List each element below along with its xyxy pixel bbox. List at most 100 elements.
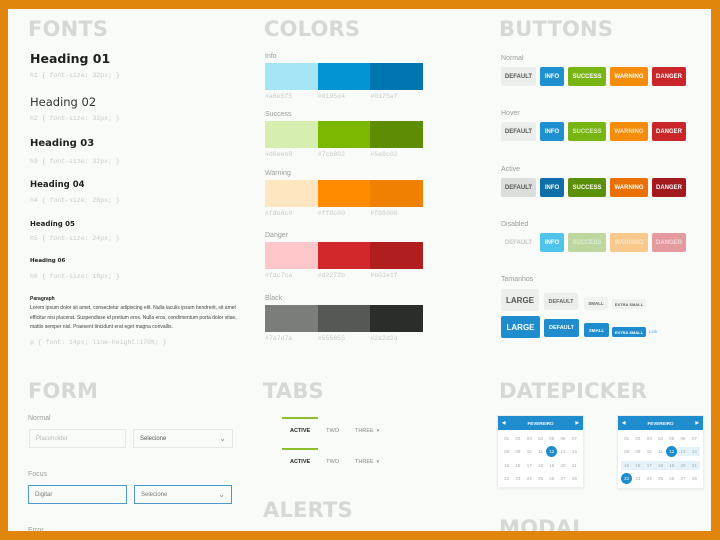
danger-button-active[interactable]: DANGER	[652, 178, 686, 197]
datepicker-day[interactable]: 14	[569, 447, 580, 456]
large-info-button[interactable]: LARGE	[501, 316, 540, 338]
tab-three[interactable]: THREE ▾	[347, 425, 387, 437]
success-button[interactable]: SUCCESS	[568, 67, 606, 86]
link-button[interactable]: Link	[649, 329, 657, 334]
prev-month-icon[interactable]: ◀	[502, 420, 505, 426]
text-input-focus[interactable]: Digitar	[28, 485, 127, 504]
datepicker-day[interactable]: 20	[557, 461, 568, 470]
datepicker-day[interactable]: 02	[632, 434, 643, 443]
datepicker-day[interactable]: 04	[535, 434, 546, 443]
datepicker-day[interactable]: 17	[643, 461, 655, 470]
datepicker-day[interactable]: 11	[655, 447, 666, 456]
select-normal[interactable]: Selecione ⌄	[133, 429, 233, 448]
datepicker-day[interactable]: 27	[677, 474, 688, 483]
datepicker-day[interactable]: 22	[501, 474, 512, 483]
datepicker-day[interactable]: 04	[655, 434, 666, 443]
datepicker-day[interactable]: 24	[524, 474, 535, 483]
tab-two[interactable]: TWO	[318, 456, 347, 468]
datepicker-day[interactable]: 28	[689, 474, 700, 483]
default-button[interactable]: DEFAULT	[501, 67, 536, 86]
datepicker-day[interactable]: 03	[644, 434, 655, 443]
datepicker-day[interactable]: 25	[535, 474, 546, 483]
small-default-button[interactable]: SMALL	[584, 297, 608, 310]
datepicker-day[interactable]: 17	[524, 461, 535, 470]
datepicker-day[interactable]: 23	[632, 474, 643, 483]
datepicker-day[interactable]: 21	[569, 461, 580, 470]
datepicker-day[interactable]: 13	[557, 447, 568, 456]
small-info-button[interactable]: SMALL	[584, 323, 609, 337]
datepicker-day[interactable]: 09	[632, 447, 643, 456]
danger-button[interactable]: DANGER	[652, 67, 686, 86]
default-button-active[interactable]: DEFAULT	[501, 178, 536, 197]
extra-small-default-button[interactable]: EXTRA SMALL	[612, 299, 646, 309]
prev-month-icon[interactable]: ◀	[622, 420, 625, 426]
datepicker-day[interactable]: 15	[621, 461, 633, 470]
tab-two[interactable]: TWO	[318, 425, 347, 437]
next-month-icon[interactable]: ▶	[696, 420, 699, 426]
datepicker-month: FEVEREIRO	[527, 420, 554, 426]
text-input-normal[interactable]: Placeholder	[29, 429, 126, 448]
datepicker-day[interactable]: 18	[654, 461, 667, 470]
datepicker-day[interactable]: 02	[512, 434, 523, 443]
datepicker-day[interactable]: 10	[644, 447, 655, 456]
success-button-hover[interactable]: SUCCESS	[568, 122, 606, 141]
datepicker-day[interactable]: 12	[546, 446, 558, 457]
datepicker-day[interactable]: 09	[512, 447, 523, 456]
datepicker-day[interactable]: 13	[677, 447, 689, 456]
datepicker-day[interactable]: 21	[688, 461, 700, 470]
datepicker-day[interactable]: 23	[512, 474, 523, 483]
datepicker-day[interactable]: 25	[655, 474, 666, 483]
datepicker-day[interactable]: 18	[535, 461, 546, 470]
datepicker-day[interactable]: 05	[666, 434, 677, 443]
datepicker-day[interactable]: 12	[666, 446, 678, 457]
datepicker-day[interactable]: 01	[621, 434, 632, 443]
tab-active[interactable]: ACTIVE	[282, 417, 319, 437]
datepicker-day[interactable]: 19	[546, 461, 557, 470]
datepicker-day[interactable]: 28	[569, 474, 580, 483]
next-month-icon[interactable]: ▶	[576, 420, 579, 426]
default-size-default-button[interactable]: DEFAULT	[544, 293, 578, 310]
success-button-active[interactable]: SUCCESS	[568, 178, 606, 197]
datepicker-day[interactable]: 26	[666, 474, 677, 483]
info-button-active[interactable]: INFO	[540, 178, 564, 197]
default-size-info-button[interactable]: DEFAULT	[544, 319, 579, 337]
warning-button-hover[interactable]: WARNING	[610, 122, 648, 141]
datepicker-day[interactable]: 08	[501, 447, 512, 456]
datepicker-day[interactable]: 19	[666, 461, 678, 470]
default-button-hover[interactable]: DEFAULT	[501, 122, 536, 141]
datepicker-day[interactable]: 07	[689, 434, 700, 443]
datepicker-day[interactable]: 06	[677, 434, 688, 443]
datepicker-day[interactable]: 20	[677, 461, 689, 470]
datepicker-day[interactable]: 05	[546, 434, 557, 443]
hex-code: #7cb802	[317, 151, 345, 158]
tab-active[interactable]: ACTIVE	[282, 448, 319, 468]
tab-bar-1: ACTIVE TWO THREE ▾	[282, 417, 387, 437]
datepicker-day[interactable]: 24	[644, 474, 655, 483]
form-normal-label: Normal	[28, 415, 51, 422]
datepicker-day[interactable]: 11	[535, 447, 546, 456]
datepicker-day[interactable]: 08	[621, 447, 632, 456]
datepicker-day[interactable]: 10	[524, 447, 535, 456]
datepicker-day[interactable]: 15	[501, 461, 512, 470]
datepicker-day[interactable]: 16	[512, 461, 523, 470]
extra-small-info-button[interactable]: EXTRA SMALL	[612, 327, 646, 337]
tab-three[interactable]: THREE ▾	[347, 456, 387, 468]
large-default-button[interactable]: LARGE	[501, 289, 539, 311]
button-row-hover: DEFAULT INFO SUCCESS WARNING DANGER	[501, 122, 686, 141]
datepicker-day[interactable]: 26	[546, 474, 557, 483]
datepicker-day[interactable]: 22	[621, 473, 633, 484]
color-swatches-danger	[265, 242, 424, 269]
select-focus[interactable]: Selecione ⌄	[134, 485, 232, 504]
datepicker-day[interactable]: 27	[557, 474, 568, 483]
warning-button[interactable]: WARNING	[610, 67, 648, 86]
datepicker-day[interactable]: 07	[569, 434, 580, 443]
datepicker-day[interactable]: 06	[557, 434, 568, 443]
datepicker-day[interactable]: 01	[501, 434, 512, 443]
datepicker-day[interactable]: 16	[632, 461, 644, 470]
info-button[interactable]: INFO	[540, 67, 564, 86]
datepicker-day[interactable]: 03	[524, 434, 535, 443]
info-button-hover[interactable]: INFO	[540, 122, 564, 141]
danger-button-hover[interactable]: DANGER	[652, 122, 686, 141]
warning-button-active[interactable]: WARNING	[610, 178, 648, 197]
datepicker-day[interactable]: 14	[688, 447, 700, 456]
